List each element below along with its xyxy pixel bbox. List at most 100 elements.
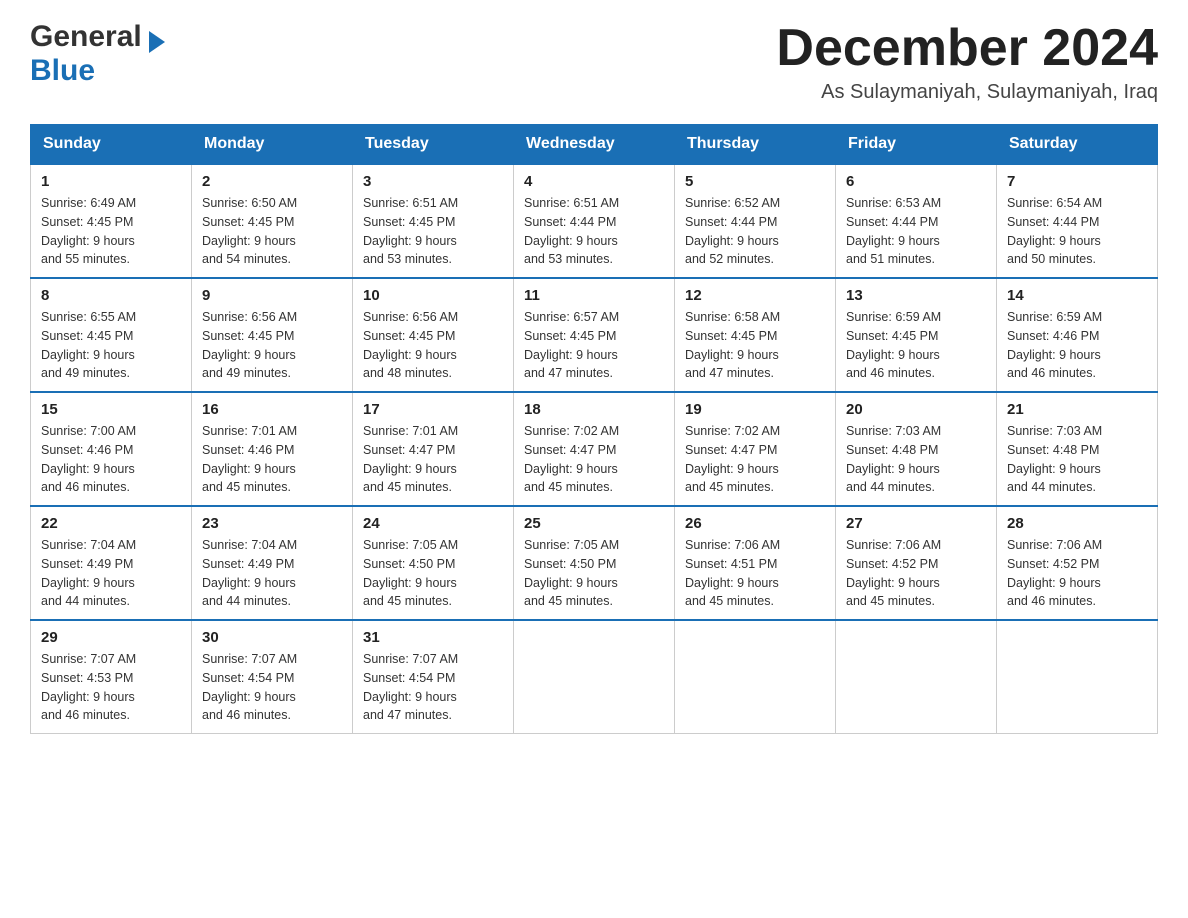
day-number: 27 (846, 515, 986, 532)
calendar-body: 1 Sunrise: 6:49 AM Sunset: 4:45 PM Dayli… (31, 164, 1158, 734)
day-number: 20 (846, 401, 986, 418)
calendar-cell (997, 620, 1158, 734)
header-row: SundayMondayTuesdayWednesdayThursdayFrid… (31, 125, 1158, 165)
calendar-cell (675, 620, 836, 734)
location-subtitle: As Sulaymaniyah, Sulaymaniyah, Iraq (776, 81, 1158, 104)
page-header: General Blue December 2024 As Sulaymaniy… (30, 20, 1158, 104)
column-header-monday: Monday (192, 125, 353, 165)
calendar-cell: 23 Sunrise: 7:04 AM Sunset: 4:49 PM Dayl… (192, 506, 353, 620)
day-number: 15 (41, 401, 181, 418)
day-info: Sunrise: 6:57 AM Sunset: 4:45 PM Dayligh… (524, 308, 664, 383)
day-info: Sunrise: 7:01 AM Sunset: 4:46 PM Dayligh… (202, 422, 342, 497)
calendar-cell: 10 Sunrise: 6:56 AM Sunset: 4:45 PM Dayl… (353, 278, 514, 392)
day-info: Sunrise: 6:59 AM Sunset: 4:45 PM Dayligh… (846, 308, 986, 383)
day-number: 30 (202, 629, 342, 646)
day-number: 12 (685, 287, 825, 304)
day-number: 8 (41, 287, 181, 304)
day-info: Sunrise: 6:53 AM Sunset: 4:44 PM Dayligh… (846, 194, 986, 269)
week-row-3: 15 Sunrise: 7:00 AM Sunset: 4:46 PM Dayl… (31, 392, 1158, 506)
day-number: 4 (524, 173, 664, 190)
calendar-cell: 6 Sunrise: 6:53 AM Sunset: 4:44 PM Dayli… (836, 164, 997, 278)
day-info: Sunrise: 7:02 AM Sunset: 4:47 PM Dayligh… (685, 422, 825, 497)
day-info: Sunrise: 6:52 AM Sunset: 4:44 PM Dayligh… (685, 194, 825, 269)
column-header-friday: Friday (836, 125, 997, 165)
calendar-cell: 13 Sunrise: 6:59 AM Sunset: 4:45 PM Dayl… (836, 278, 997, 392)
day-info: Sunrise: 7:00 AM Sunset: 4:46 PM Dayligh… (41, 422, 181, 497)
day-info: Sunrise: 6:56 AM Sunset: 4:45 PM Dayligh… (202, 308, 342, 383)
week-row-4: 22 Sunrise: 7:04 AM Sunset: 4:49 PM Dayl… (31, 506, 1158, 620)
calendar-cell: 20 Sunrise: 7:03 AM Sunset: 4:48 PM Dayl… (836, 392, 997, 506)
day-number: 26 (685, 515, 825, 532)
week-row-2: 8 Sunrise: 6:55 AM Sunset: 4:45 PM Dayli… (31, 278, 1158, 392)
day-info: Sunrise: 7:04 AM Sunset: 4:49 PM Dayligh… (41, 536, 181, 611)
logo-general-text: General (30, 20, 165, 54)
day-info: Sunrise: 7:03 AM Sunset: 4:48 PM Dayligh… (846, 422, 986, 497)
day-number: 25 (524, 515, 664, 532)
day-info: Sunrise: 7:06 AM Sunset: 4:52 PM Dayligh… (846, 536, 986, 611)
calendar-cell: 1 Sunrise: 6:49 AM Sunset: 4:45 PM Dayli… (31, 164, 192, 278)
day-number: 29 (41, 629, 181, 646)
day-number: 3 (363, 173, 503, 190)
calendar-cell: 7 Sunrise: 6:54 AM Sunset: 4:44 PM Dayli… (997, 164, 1158, 278)
day-number: 21 (1007, 401, 1147, 418)
day-number: 10 (363, 287, 503, 304)
calendar-cell: 14 Sunrise: 6:59 AM Sunset: 4:46 PM Dayl… (997, 278, 1158, 392)
column-header-tuesday: Tuesday (353, 125, 514, 165)
day-info: Sunrise: 6:49 AM Sunset: 4:45 PM Dayligh… (41, 194, 181, 269)
day-number: 18 (524, 401, 664, 418)
logo-blue-text: Blue (30, 54, 95, 88)
day-info: Sunrise: 6:59 AM Sunset: 4:46 PM Dayligh… (1007, 308, 1147, 383)
day-info: Sunrise: 6:50 AM Sunset: 4:45 PM Dayligh… (202, 194, 342, 269)
calendar-cell: 29 Sunrise: 7:07 AM Sunset: 4:53 PM Dayl… (31, 620, 192, 734)
day-info: Sunrise: 7:03 AM Sunset: 4:48 PM Dayligh… (1007, 422, 1147, 497)
day-number: 9 (202, 287, 342, 304)
day-number: 6 (846, 173, 986, 190)
column-header-saturday: Saturday (997, 125, 1158, 165)
day-info: Sunrise: 7:07 AM Sunset: 4:53 PM Dayligh… (41, 650, 181, 725)
calendar-table: SundayMondayTuesdayWednesdayThursdayFrid… (30, 124, 1158, 734)
calendar-cell: 4 Sunrise: 6:51 AM Sunset: 4:44 PM Dayli… (514, 164, 675, 278)
calendar-cell: 19 Sunrise: 7:02 AM Sunset: 4:47 PM Dayl… (675, 392, 836, 506)
day-info: Sunrise: 7:06 AM Sunset: 4:52 PM Dayligh… (1007, 536, 1147, 611)
calendar-cell: 26 Sunrise: 7:06 AM Sunset: 4:51 PM Dayl… (675, 506, 836, 620)
day-number: 31 (363, 629, 503, 646)
day-number: 7 (1007, 173, 1147, 190)
day-info: Sunrise: 6:56 AM Sunset: 4:45 PM Dayligh… (363, 308, 503, 383)
day-info: Sunrise: 6:54 AM Sunset: 4:44 PM Dayligh… (1007, 194, 1147, 269)
day-info: Sunrise: 6:51 AM Sunset: 4:44 PM Dayligh… (524, 194, 664, 269)
calendar-cell: 21 Sunrise: 7:03 AM Sunset: 4:48 PM Dayl… (997, 392, 1158, 506)
calendar-cell: 3 Sunrise: 6:51 AM Sunset: 4:45 PM Dayli… (353, 164, 514, 278)
day-info: Sunrise: 7:05 AM Sunset: 4:50 PM Dayligh… (524, 536, 664, 611)
calendar-cell: 24 Sunrise: 7:05 AM Sunset: 4:50 PM Dayl… (353, 506, 514, 620)
calendar-cell: 17 Sunrise: 7:01 AM Sunset: 4:47 PM Dayl… (353, 392, 514, 506)
column-header-wednesday: Wednesday (514, 125, 675, 165)
calendar-cell: 15 Sunrise: 7:00 AM Sunset: 4:46 PM Dayl… (31, 392, 192, 506)
calendar-cell: 31 Sunrise: 7:07 AM Sunset: 4:54 PM Dayl… (353, 620, 514, 734)
day-number: 24 (363, 515, 503, 532)
week-row-5: 29 Sunrise: 7:07 AM Sunset: 4:53 PM Dayl… (31, 620, 1158, 734)
day-number: 13 (846, 287, 986, 304)
logo: General Blue (30, 20, 165, 88)
logo-arrow-icon (149, 31, 165, 53)
calendar-cell: 25 Sunrise: 7:05 AM Sunset: 4:50 PM Dayl… (514, 506, 675, 620)
week-row-1: 1 Sunrise: 6:49 AM Sunset: 4:45 PM Dayli… (31, 164, 1158, 278)
calendar-cell: 9 Sunrise: 6:56 AM Sunset: 4:45 PM Dayli… (192, 278, 353, 392)
day-info: Sunrise: 7:04 AM Sunset: 4:49 PM Dayligh… (202, 536, 342, 611)
calendar-cell: 5 Sunrise: 6:52 AM Sunset: 4:44 PM Dayli… (675, 164, 836, 278)
day-number: 1 (41, 173, 181, 190)
day-number: 17 (363, 401, 503, 418)
day-info: Sunrise: 7:07 AM Sunset: 4:54 PM Dayligh… (202, 650, 342, 725)
calendar-cell: 18 Sunrise: 7:02 AM Sunset: 4:47 PM Dayl… (514, 392, 675, 506)
calendar-cell: 22 Sunrise: 7:04 AM Sunset: 4:49 PM Dayl… (31, 506, 192, 620)
day-number: 16 (202, 401, 342, 418)
day-info: Sunrise: 7:01 AM Sunset: 4:47 PM Dayligh… (363, 422, 503, 497)
day-info: Sunrise: 7:07 AM Sunset: 4:54 PM Dayligh… (363, 650, 503, 725)
day-number: 22 (41, 515, 181, 532)
calendar-cell: 8 Sunrise: 6:55 AM Sunset: 4:45 PM Dayli… (31, 278, 192, 392)
day-number: 19 (685, 401, 825, 418)
calendar-header: SundayMondayTuesdayWednesdayThursdayFrid… (31, 125, 1158, 165)
day-info: Sunrise: 6:58 AM Sunset: 4:45 PM Dayligh… (685, 308, 825, 383)
calendar-cell: 30 Sunrise: 7:07 AM Sunset: 4:54 PM Dayl… (192, 620, 353, 734)
day-number: 28 (1007, 515, 1147, 532)
calendar-cell (514, 620, 675, 734)
